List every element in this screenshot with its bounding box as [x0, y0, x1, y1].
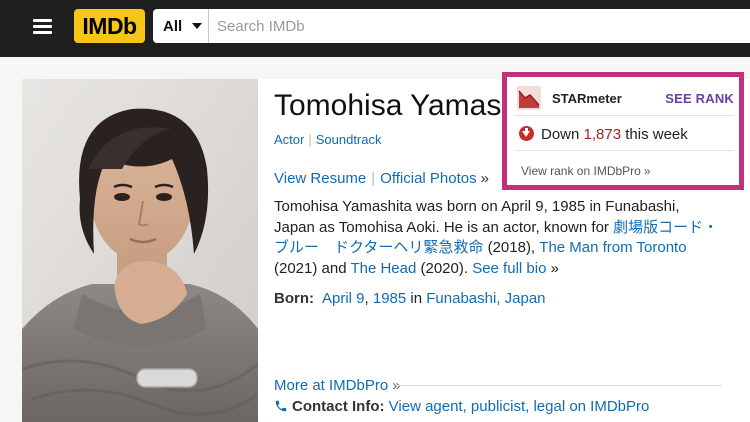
- caret-down-icon: [192, 23, 203, 29]
- starmeter-chart-icon: [517, 86, 541, 115]
- comma-text: ,: [364, 290, 373, 307]
- rank-direction: Down: [541, 126, 580, 143]
- contact-info: Contact Info: View agent, publicist, leg…: [274, 398, 649, 417]
- starmeter-header: STARmeter SEE RANK: [515, 85, 734, 116]
- bio-text: (2018),: [483, 239, 540, 256]
- search-bar: All: [153, 9, 750, 43]
- search-category-dropdown[interactable]: All: [153, 9, 209, 43]
- see-full-bio-link[interactable]: See full bio: [472, 260, 546, 277]
- quick-links: View Resume | Official Photos»: [274, 170, 489, 187]
- film-link-the-head[interactable]: The Head: [350, 260, 416, 277]
- imdb-logo[interactable]: IMDb: [74, 9, 145, 43]
- phone-icon: [274, 399, 288, 417]
- search-input[interactable]: [209, 9, 750, 43]
- divider: [396, 385, 722, 386]
- bio-text: (2021) and: [274, 259, 351, 277]
- role-link-soundtrack[interactable]: Soundtrack: [316, 132, 382, 147]
- born-label: Born:: [274, 290, 314, 307]
- menu-icon[interactable]: [22, 10, 62, 42]
- contact-info-label: Contact Info:: [292, 398, 385, 415]
- view-rank-label: View rank on IMDbPro: [521, 164, 641, 178]
- birth-date-link[interactable]: April 9: [322, 290, 365, 307]
- profile-photo[interactable]: [22, 79, 258, 422]
- role-link-actor[interactable]: Actor: [274, 132, 304, 147]
- raquo-glyph: »: [643, 164, 651, 178]
- job-categories: Actor | Soundtrack: [274, 132, 382, 147]
- search-category-label: All: [163, 17, 183, 35]
- birth-info: Born: April 9, 1985 in Funabashi, Japan: [274, 290, 546, 307]
- rank-change-text: Down 1,873 this week: [541, 126, 688, 143]
- birth-year-link[interactable]: 1985: [373, 290, 406, 307]
- more-at-imdbpro: More at IMDbPro»: [274, 377, 401, 394]
- top-navigation-bar: IMDb All: [0, 0, 750, 57]
- view-resume-link[interactable]: View Resume: [274, 170, 366, 187]
- raquo-glyph: »: [480, 170, 489, 187]
- separator: |: [371, 170, 376, 187]
- starmeter-title: STARmeter: [552, 91, 622, 106]
- more-at-imdbpro-link[interactable]: More at IMDbPro: [274, 377, 388, 394]
- in-text: in: [406, 290, 427, 307]
- starmeter-widget: STARmeter SEE RANK Down 1,873 this week …: [502, 72, 744, 190]
- rank-change-value: 1,873: [583, 126, 622, 143]
- arrow-down-icon: [519, 126, 534, 141]
- view-rank-imdbpro-link[interactable]: View rank on IMDbPro»: [521, 164, 651, 178]
- rank-period: this week: [625, 126, 688, 143]
- birth-place-link[interactable]: Funabashi, Japan: [426, 290, 545, 307]
- separator: |: [308, 132, 312, 147]
- see-rank-link[interactable]: SEE RANK: [665, 91, 734, 106]
- raquo-glyph: »: [550, 259, 559, 277]
- starmeter-change: Down 1,873 this week: [515, 119, 734, 151]
- portrait-image: [22, 79, 258, 422]
- official-photos-link[interactable]: Official Photos: [380, 170, 476, 187]
- contact-info-link[interactable]: View agent, publicist, legal on IMDbPro: [389, 398, 650, 415]
- bio-text: (2020).: [416, 259, 473, 277]
- mini-bio: Tomohisa Yamashita was born on April 9, …: [274, 197, 724, 279]
- film-link-man-from-toronto[interactable]: The Man from Toronto: [539, 239, 686, 256]
